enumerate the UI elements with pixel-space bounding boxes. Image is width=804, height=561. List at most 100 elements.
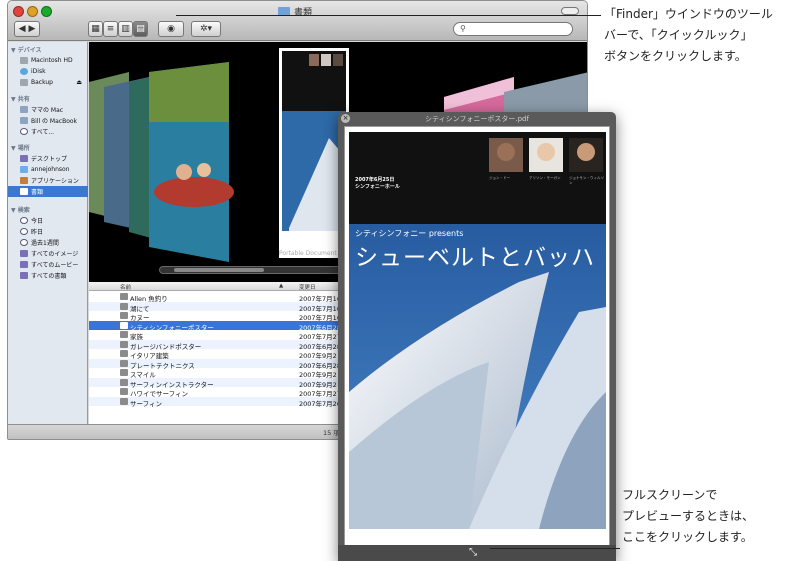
list-view-button[interactable]: ≡: [103, 21, 118, 37]
minimize-window-button[interactable]: [27, 6, 38, 17]
callout-line: バーで、「クイックルック」: [604, 28, 753, 42]
sidebar-item-label: すべて...: [31, 129, 55, 136]
file-icon: [120, 369, 128, 376]
column-view-button[interactable]: ▥: [118, 21, 133, 37]
quicklook-document: ジョン・ドー アリソン・モーガン ジョナサン・ウィルソン 2007年6月25日 …: [344, 126, 610, 548]
back-arrow-icon[interactable]: ◀: [19, 24, 26, 34]
callout-leader-top: [176, 15, 601, 16]
sidebar-item-all-shared[interactable]: すべて...: [8, 126, 88, 137]
column-header-name[interactable]: 名前: [120, 283, 131, 291]
column-header-date[interactable]: 変更日: [299, 283, 316, 291]
file-icon: [120, 340, 128, 348]
sidebar-item-backup[interactable]: Backup ⏏: [8, 77, 88, 88]
quicklook-panel: × シティシンフォニーポスター.pdf ジョン・ドー アリソン・モーガン ジョナ…: [338, 112, 616, 561]
callout-bottom: フルスクリーンで プレビューするときは、 ここをクリックします。: [622, 485, 754, 548]
callout-top: 「Finder」ウインドウのツール バーで、「クイックルック」 ボタンをクリック…: [604, 4, 773, 67]
sidebar-item-mom-mac[interactable]: ママの Mac: [8, 104, 88, 115]
forward-arrow-icon[interactable]: ▶: [28, 24, 35, 34]
sidebar-item-label: アプリケーション: [31, 178, 79, 185]
sidebar-item-all-movies[interactable]: すべてのムービー: [8, 259, 88, 270]
file-icon: [120, 388, 128, 395]
fullscreen-icon[interactable]: ⤡: [469, 547, 485, 559]
poster-date: 2007年6月25日 シンフォニーホール: [355, 177, 400, 191]
list-icon: ≡: [106, 24, 115, 34]
applications-icon: [20, 177, 28, 184]
sidebar-item-home[interactable]: annejohnson: [8, 164, 88, 175]
sidebar-item-all-documents[interactable]: すべての書類: [8, 270, 88, 281]
coverflow-photos[interactable]: [89, 62, 299, 262]
sidebar-section-shared[interactable]: ▼ 共有: [11, 94, 30, 103]
poster-preview: ジョン・ドー アリソン・モーガン ジョナサン・ウィルソン 2007年6月25日 …: [349, 132, 606, 529]
icon-view-button[interactable]: ▦: [88, 21, 103, 37]
zoom-window-button[interactable]: [41, 6, 52, 17]
sidebar-item-label: Backup: [31, 79, 53, 86]
eye-icon: ◉: [167, 24, 175, 34]
clock-icon: [20, 228, 28, 235]
smart-folder-icon: [20, 250, 28, 257]
toolbar-toggle-button[interactable]: [561, 7, 579, 15]
sidebar-item-applications[interactable]: アプリケーション: [8, 175, 88, 186]
sidebar-section-places[interactable]: ▼ 場所: [11, 143, 30, 152]
sidebar-item-desktop[interactable]: デスクトップ: [8, 153, 88, 164]
sidebar-item-label: 今日: [31, 218, 44, 225]
coverflow-scrollbar[interactable]: [159, 266, 359, 274]
folder-icon: [20, 188, 28, 195]
file-icon: [120, 312, 128, 319]
back-forward-buttons[interactable]: ◀ ▶: [14, 21, 40, 37]
sidebar-item-past-week[interactable]: 過去1週間: [8, 237, 88, 248]
computer-icon: [20, 106, 28, 113]
person-caption: ジョナサン・ウィルソン: [569, 176, 604, 185]
coverflow-icon: ▤: [136, 24, 145, 34]
coverflow-caption-title: シティシンフォニー: [279, 240, 342, 248]
pdf-icon: [120, 321, 128, 329]
eject-icon[interactable]: ⏏: [76, 79, 82, 86]
home-icon: [20, 166, 28, 173]
idisk-icon: [20, 68, 28, 75]
poster-venue-text: シンフォニーホール: [355, 184, 400, 190]
poster-title: シューベルトとバッハ: [355, 245, 595, 271]
sidebar-item-yesterday[interactable]: 昨日: [8, 226, 88, 237]
scrollbar-thumb[interactable]: [174, 268, 264, 272]
sidebar-item-label: デスクトップ: [31, 156, 68, 163]
person-caption: ジョン・ドー: [489, 176, 510, 180]
coverflow-view-button[interactable]: ▤: [133, 21, 148, 37]
clock-icon: [20, 217, 28, 224]
action-menu-button[interactable]: ✲▾: [191, 21, 221, 37]
sidebar-item-all-images[interactable]: すべてのイメージ: [8, 248, 88, 259]
window-title-text: 書類: [294, 8, 313, 18]
row-name: サーフィン: [130, 399, 162, 408]
sidebar-item-label: 書類: [31, 189, 44, 196]
poster-date-text: 2007年6月25日: [355, 177, 395, 183]
file-icon: [120, 293, 128, 300]
portrait-photo: [529, 138, 563, 172]
sidebar-item-idisk[interactable]: iDisk: [8, 66, 88, 77]
columns-icon: ▥: [121, 24, 130, 34]
search-field[interactable]: ⚲: [453, 22, 573, 36]
quicklook-button[interactable]: ◉: [158, 21, 184, 37]
sidebar-item-documents[interactable]: 書類: [8, 186, 88, 197]
coverflow-caption-kind: Portable Document: [279, 250, 337, 257]
file-icon: [120, 378, 128, 386]
callout-line: ボタンをクリックします。: [604, 49, 747, 63]
sidebar-item-macintosh-hd[interactable]: Macintosh HD: [8, 55, 88, 66]
file-icon: [120, 331, 128, 338]
sidebar-section-devices[interactable]: ▼ デバイス: [11, 45, 42, 54]
close-window-button[interactable]: [13, 6, 24, 17]
window-title: 書類: [278, 5, 312, 18]
sidebar-item-label: すべての書類: [31, 273, 67, 280]
callout-leader-bottom: [490, 548, 620, 549]
sidebar-item-today[interactable]: 今日: [8, 215, 88, 226]
person-caption: アリソン・モーガン: [529, 176, 561, 180]
smart-folder-icon: [20, 272, 28, 279]
hard-disk-icon: [20, 57, 28, 64]
sidebar-item-bill-macbook[interactable]: Bill の MacBook: [8, 115, 88, 126]
sort-arrow-icon: ▲: [279, 283, 284, 289]
sidebar-item-label: すべてのイメージ: [31, 251, 79, 258]
smart-folder-icon: [20, 261, 28, 268]
poster-header: ジョン・ドー アリソン・モーガン ジョナサン・ウィルソン 2007年6月25日 …: [349, 132, 606, 224]
portrait-photo: [489, 138, 523, 172]
file-icon: [120, 359, 128, 367]
sidebar-section-search[interactable]: ▼ 検索: [11, 205, 30, 214]
file-icon: [120, 302, 128, 310]
computer-icon: [20, 117, 28, 124]
